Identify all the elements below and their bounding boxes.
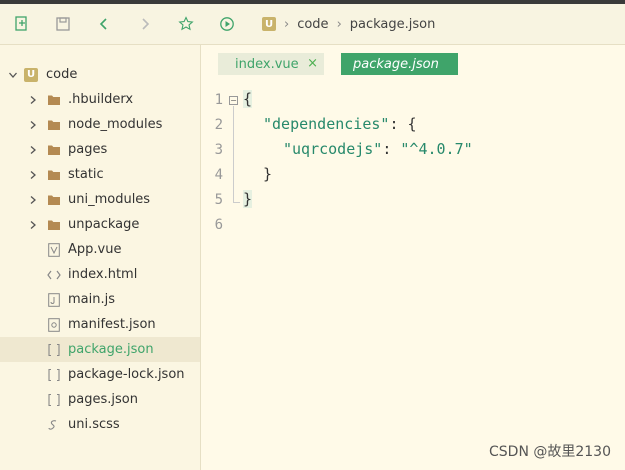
run-icon[interactable] [217,14,237,34]
code-line-5: } [243,190,253,208]
tab-index-vue[interactable]: index.vue × [218,53,324,75]
tree-item-label: unpackage [68,217,140,232]
fold-guide-line [233,106,234,202]
chevron-right-icon[interactable] [27,119,39,131]
tree-item[interactable]: node_modules [0,112,200,137]
tree-item[interactable]: uni.scss [0,412,200,437]
tree-item[interactable]: main.js [0,287,200,312]
folder-icon [47,218,61,232]
project-explorer: U code .hbuilderx node_modulespages static… [0,45,201,470]
json-file-icon [47,368,61,382]
tree-item[interactable]: pages.json [0,387,200,412]
star-icon[interactable] [176,14,196,34]
line-number: 2 [214,117,223,133]
code-line-1: { [243,90,253,108]
tree-item[interactable]: package-lock.json [0,362,200,387]
tree-item[interactable]: uni_modules [0,187,200,212]
folder-icon [47,143,61,157]
tree-item[interactable]: pages [0,137,200,162]
vue-file-icon [47,242,61,257]
tree-item-label: uni_modules [68,192,151,207]
tab-label: package.json [353,56,439,72]
js-file-icon [47,292,61,307]
uni-app-logo-icon: U [24,67,38,82]
tree-item[interactable]: unpackage [0,212,200,237]
new-file-icon[interactable] [12,14,32,34]
code-line-2: "dependencies": { [263,115,417,133]
chevron-right-icon[interactable] [27,144,39,156]
breadcrumb-project[interactable]: code [297,17,328,32]
tree-item[interactable]: manifest.json [0,312,200,337]
json-file-icon [47,343,61,357]
watermark: CSDN @故里2130 [489,444,611,460]
chevron-right-icon[interactable] [27,194,39,206]
line-number: 5 [214,192,223,208]
fold-guide-end [233,202,240,203]
line-number: 4 [214,167,223,183]
tab-package-json[interactable]: package.json [341,53,458,75]
close-icon[interactable]: × [307,56,318,71]
tree-root-code[interactable]: U code [0,62,200,87]
tree-item-label: static [68,167,104,182]
html-file-icon [47,268,61,282]
tree-item-label: package-lock.json [68,367,185,382]
toolbar: U › code › package.json [0,4,625,45]
tree-item[interactable]: .hbuilderx [0,87,200,112]
tree-item-label: App.vue [68,242,122,257]
tree-item-label: index.html [68,267,138,282]
tree-item-label: manifest.json [68,317,156,332]
tree-item-label: pages [68,142,108,157]
scss-file-icon [47,418,61,432]
tree-item-label: .hbuilderx [68,92,134,107]
tree-item[interactable]: static [0,162,200,187]
breadcrumb-file[interactable]: package.json [350,17,436,32]
code-editor[interactable]: index.vue × package.json 1 2 3 4 5 6 − {… [201,45,625,470]
chevron-right-icon: › [284,16,290,32]
breadcrumb: U › code › package.json [262,14,435,34]
tree-item-label: package.json [68,342,154,357]
folder-icon [47,93,61,107]
chevron-right-icon: › [336,16,342,32]
tree-item-label: uni.scss [68,417,120,432]
manifest-file-icon [47,317,61,332]
code-line-4: } [263,165,273,183]
code-line-3: "uqrcodejs": "^4.0.7" [283,140,473,158]
tree-item-label: main.js [68,292,115,307]
forward-icon[interactable] [135,14,155,34]
chevron-down-icon[interactable] [7,69,19,81]
uni-app-logo-icon: U [262,17,276,31]
folder-icon [47,193,61,207]
line-number: 3 [214,142,223,158]
chevron-right-icon[interactable] [27,94,39,106]
line-number: 1 [214,92,223,108]
tree-item[interactable]: App.vue [0,237,200,262]
back-icon[interactable] [94,14,114,34]
chevron-right-icon[interactable] [27,169,39,181]
save-icon[interactable] [53,14,73,34]
fold-toggle-icon[interactable]: − [229,96,238,105]
tree-item[interactable]: index.html [0,262,200,287]
folder-icon [47,118,61,132]
tree-item[interactable]: package.json [0,337,200,362]
tree-item-label: node_modules [68,117,163,132]
tree-root-label: code [46,67,78,82]
tab-label: index.vue [235,56,299,72]
folder-icon [47,168,61,182]
chevron-right-icon[interactable] [27,219,39,231]
line-number: 6 [214,217,223,233]
json-file-icon [47,393,61,407]
tree-item-label: pages.json [68,392,138,407]
